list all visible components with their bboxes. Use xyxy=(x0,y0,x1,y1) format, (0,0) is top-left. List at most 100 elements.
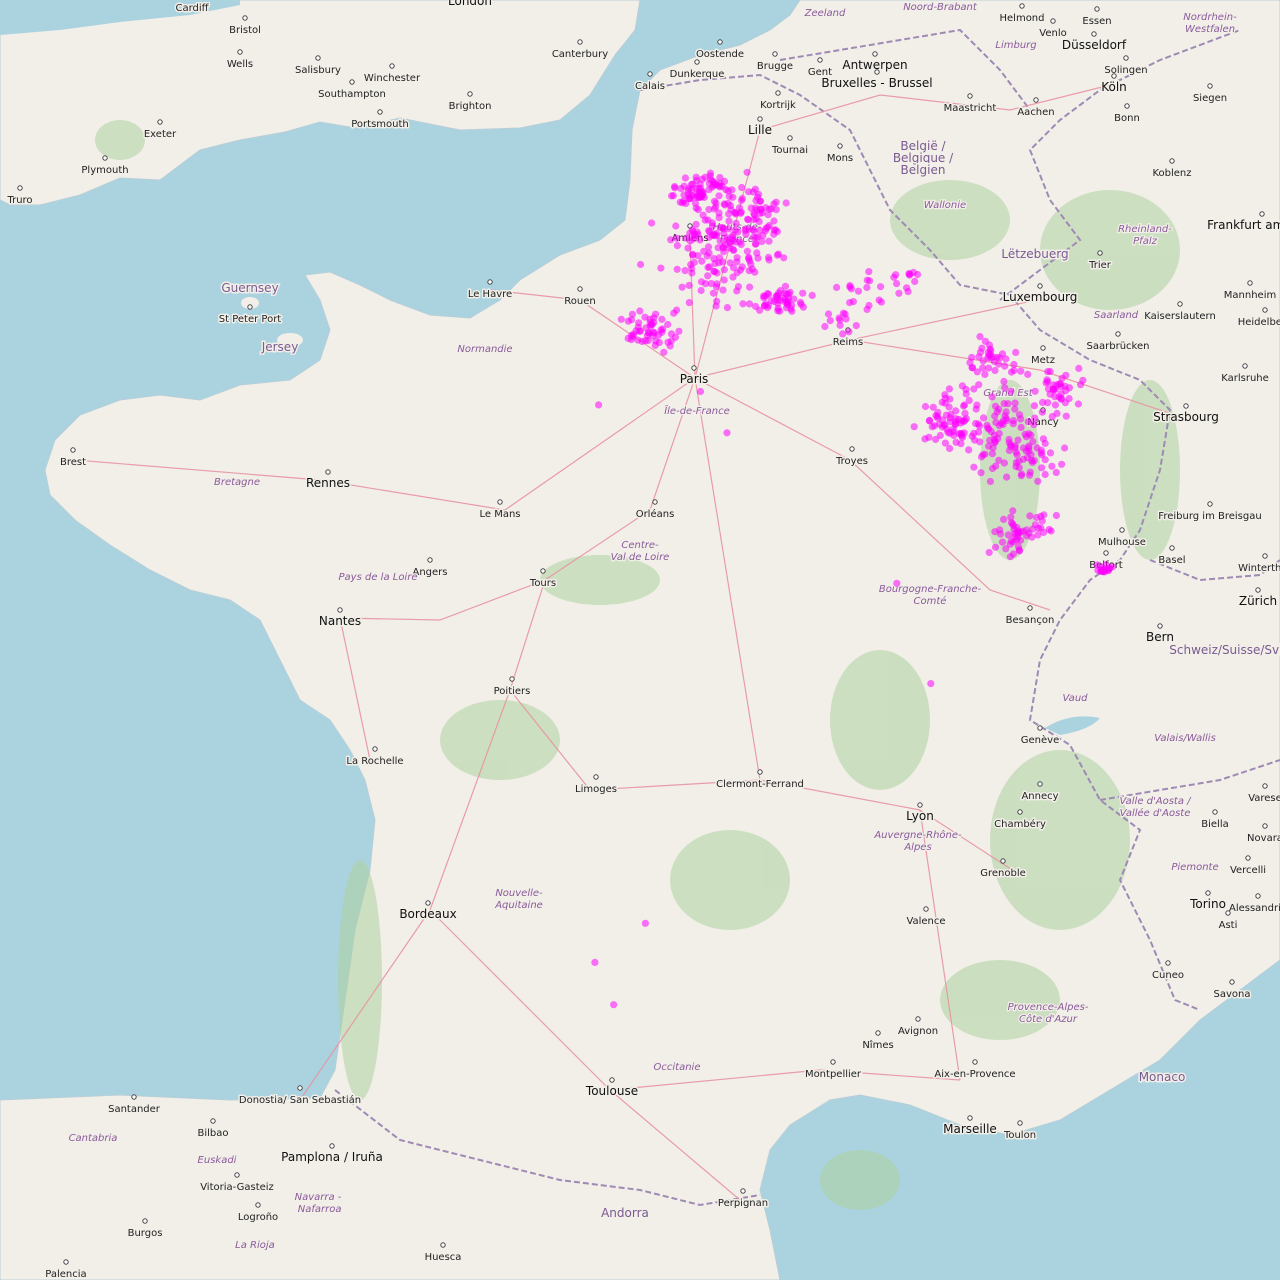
location-marker[interactable] xyxy=(1005,439,1013,447)
location-marker[interactable] xyxy=(1017,367,1025,375)
location-marker[interactable] xyxy=(1001,384,1009,392)
location-marker[interactable] xyxy=(1037,449,1045,457)
location-marker[interactable] xyxy=(688,264,696,273)
location-marker[interactable] xyxy=(733,254,741,262)
location-marker[interactable] xyxy=(847,285,856,293)
location-marker[interactable] xyxy=(1029,437,1037,446)
location-marker[interactable] xyxy=(1010,366,1018,375)
location-marker[interactable] xyxy=(685,281,693,289)
location-marker[interactable] xyxy=(684,244,692,252)
location-marker[interactable] xyxy=(1041,456,1049,464)
location-marker[interactable] xyxy=(910,423,918,431)
location-marker[interactable] xyxy=(752,240,760,248)
location-marker[interactable] xyxy=(1048,462,1056,470)
location-marker[interactable] xyxy=(1046,449,1055,457)
location-marker[interactable] xyxy=(753,249,761,257)
location-marker[interactable] xyxy=(1053,409,1061,417)
location-marker[interactable] xyxy=(854,287,863,295)
location-marker[interactable] xyxy=(655,339,663,347)
location-marker[interactable] xyxy=(627,331,636,339)
location-marker[interactable] xyxy=(773,251,782,259)
location-marker[interactable] xyxy=(972,405,980,413)
location-marker[interactable] xyxy=(706,172,714,180)
location-marker[interactable] xyxy=(799,289,807,297)
location-marker[interactable] xyxy=(1027,431,1035,439)
location-marker[interactable] xyxy=(863,283,871,292)
location-marker[interactable] xyxy=(595,401,603,409)
location-marker[interactable] xyxy=(981,370,989,378)
location-marker[interactable] xyxy=(1006,553,1015,561)
location-marker[interactable] xyxy=(610,1001,618,1009)
location-marker[interactable] xyxy=(927,680,935,688)
location-marker[interactable] xyxy=(935,420,944,428)
location-marker[interactable] xyxy=(826,317,834,325)
location-marker[interactable] xyxy=(1033,513,1041,522)
location-marker[interactable] xyxy=(731,208,739,217)
location-marker[interactable] xyxy=(976,333,984,341)
location-marker[interactable] xyxy=(1052,511,1060,520)
location-marker[interactable] xyxy=(749,226,757,234)
location-marker[interactable] xyxy=(893,280,901,288)
location-marker[interactable] xyxy=(1051,393,1059,401)
location-marker[interactable] xyxy=(715,214,723,222)
location-marker[interactable] xyxy=(998,538,1007,546)
location-marker[interactable] xyxy=(1065,384,1073,392)
location-marker[interactable] xyxy=(705,233,713,241)
location-marker[interactable] xyxy=(696,193,704,201)
location-marker[interactable] xyxy=(1000,400,1008,408)
location-marker[interactable] xyxy=(991,543,1000,551)
location-marker[interactable] xyxy=(644,336,652,345)
location-marker[interactable] xyxy=(970,463,978,471)
location-marker[interactable] xyxy=(725,217,733,225)
location-marker[interactable] xyxy=(760,302,769,310)
location-marker[interactable] xyxy=(991,402,1000,410)
location-marker[interactable] xyxy=(852,322,860,330)
location-marker[interactable] xyxy=(738,183,746,192)
location-marker[interactable] xyxy=(942,411,951,419)
map-canvas[interactable]: Cardiff London Bristol Wells Salisbury Winche… xyxy=(0,0,1280,1280)
location-marker[interactable] xyxy=(970,385,978,393)
location-marker[interactable] xyxy=(995,429,1003,438)
location-marker[interactable] xyxy=(1104,567,1112,575)
location-marker[interactable] xyxy=(1011,399,1019,407)
location-marker[interactable] xyxy=(637,260,645,269)
location-marker[interactable] xyxy=(1013,451,1021,459)
location-marker[interactable] xyxy=(747,204,755,212)
location-marker[interactable] xyxy=(720,200,728,208)
location-marker[interactable] xyxy=(591,958,599,967)
location-marker[interactable] xyxy=(705,186,713,194)
location-marker[interactable] xyxy=(764,223,772,231)
location-marker[interactable] xyxy=(1011,444,1019,452)
location-marker[interactable] xyxy=(991,366,999,375)
location-marker[interactable] xyxy=(765,237,773,245)
location-marker[interactable] xyxy=(921,402,930,411)
location-marker[interactable] xyxy=(979,364,987,372)
location-marker[interactable] xyxy=(1039,435,1047,443)
location-marker[interactable] xyxy=(1009,417,1018,425)
location-marker[interactable] xyxy=(743,168,751,176)
location-marker[interactable] xyxy=(1031,387,1039,395)
location-marker[interactable] xyxy=(1014,436,1022,444)
location-marker[interactable] xyxy=(658,328,666,336)
location-marker[interactable] xyxy=(986,477,995,486)
location-marker[interactable] xyxy=(925,433,933,441)
location-marker[interactable] xyxy=(965,446,973,454)
location-marker[interactable] xyxy=(936,431,944,440)
location-marker[interactable] xyxy=(780,254,788,262)
location-marker[interactable] xyxy=(995,422,1004,430)
location-marker[interactable] xyxy=(733,269,741,277)
location-marker[interactable] xyxy=(914,270,922,279)
location-marker[interactable] xyxy=(712,302,720,310)
location-marker[interactable] xyxy=(692,184,700,192)
location-marker[interactable] xyxy=(757,197,765,205)
location-marker[interactable] xyxy=(958,430,966,438)
location-marker[interactable] xyxy=(1079,376,1087,384)
location-marker[interactable] xyxy=(866,277,874,285)
location-marker[interactable] xyxy=(946,429,954,437)
location-marker[interactable] xyxy=(1007,519,1016,527)
location-marker[interactable] xyxy=(699,211,707,219)
location-marker[interactable] xyxy=(682,234,690,242)
location-marker[interactable] xyxy=(1043,376,1051,384)
location-marker[interactable] xyxy=(979,414,988,422)
location-marker[interactable] xyxy=(991,412,999,420)
